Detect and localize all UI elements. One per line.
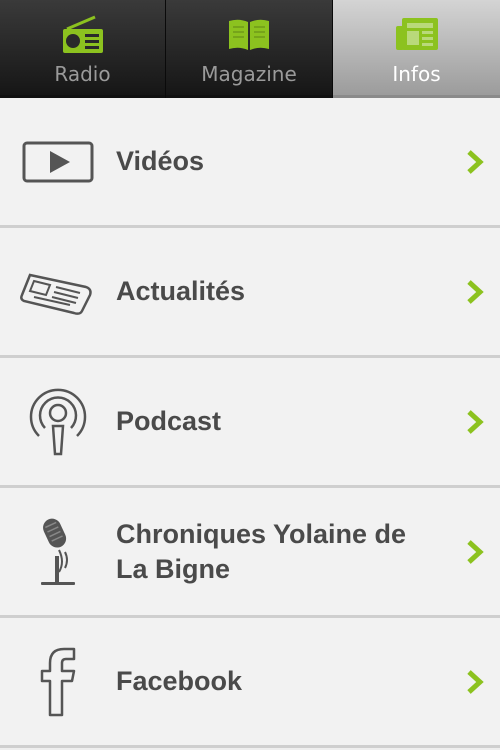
chevron-right-icon: [467, 539, 484, 564]
list-item-label: Chroniques Yolaine de La Bigne: [116, 518, 407, 584]
list-item-label: Vidéos: [116, 146, 205, 176]
newspaper-icon: [0, 228, 116, 355]
tab-magazine-label: Magazine: [201, 62, 297, 86]
microphone-icon: [0, 488, 116, 615]
facebook-icon: [0, 618, 116, 745]
list-item-label: Podcast: [116, 406, 222, 436]
chevron-right-icon: [467, 669, 484, 694]
tab-infos[interactable]: Infos: [333, 0, 500, 98]
list-item-label: Facebook: [116, 666, 243, 696]
newspaper-icon: [394, 14, 440, 56]
tab-magazine[interactable]: Magazine: [166, 0, 333, 98]
list-item-videos[interactable]: Vidéos: [0, 98, 500, 228]
chevron-right-icon: [467, 279, 484, 304]
menu-list: Vidéos Actualités Podcast Chroniques Yol…: [0, 98, 500, 748]
chevron-right-icon: [467, 409, 484, 434]
list-item-chroniques[interactable]: Chroniques Yolaine de La Bigne: [0, 488, 500, 618]
list-item-label: Actualités: [116, 276, 246, 306]
tab-infos-label: Infos: [392, 62, 441, 86]
list-item-facebook[interactable]: Facebook: [0, 618, 500, 748]
book-icon: [226, 14, 272, 56]
list-item-podcast[interactable]: Podcast: [0, 358, 500, 488]
tab-radio-label: Radio: [54, 62, 111, 86]
list-item-actualites[interactable]: Actualités: [0, 228, 500, 358]
podcast-icon: [0, 358, 116, 485]
tab-bar: Radio Magazine Infos: [0, 0, 500, 98]
video-play-icon: [0, 98, 116, 225]
tab-radio[interactable]: Radio: [0, 0, 166, 98]
chevron-right-icon: [467, 149, 484, 174]
radio-icon: [61, 14, 105, 56]
